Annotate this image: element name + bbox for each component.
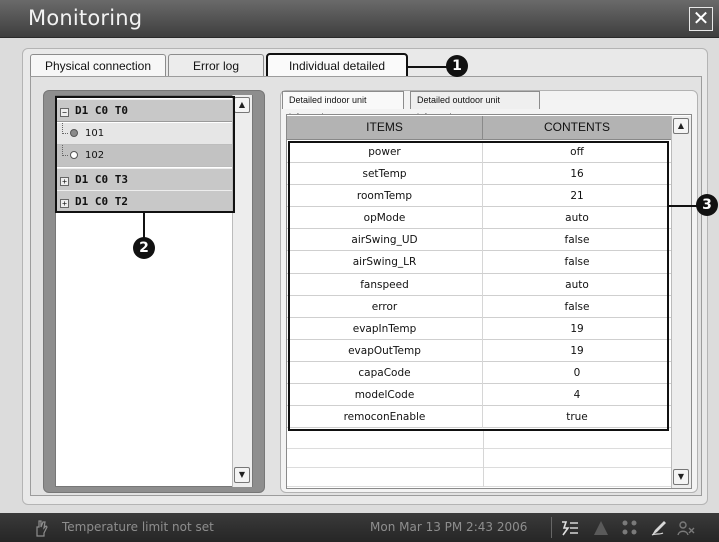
tab-physical-connection-status[interactable]: Physical connection status [30, 54, 166, 95]
monitoring-window: Monitoring ✕ Physical connection status … [0, 0, 719, 542]
callout-2-line [143, 212, 145, 238]
status-bar: Temperature limit not set Mon Mar 13 PM … [0, 513, 719, 542]
column-header-contents[interactable]: CONTENTS [483, 116, 671, 140]
tab-detailed-outdoor-unit-information[interactable]: Detailed outdoor unit information [410, 91, 540, 122]
scroll-down-button[interactable]: ▼ [673, 469, 689, 485]
grid-icon[interactable] [620, 518, 640, 538]
scroll-up-button[interactable]: ▲ [234, 97, 250, 113]
scroll-down-button[interactable]: ▼ [234, 467, 250, 483]
status-divider [551, 517, 552, 538]
callout-2-highlight [55, 96, 235, 213]
pen-icon[interactable] [649, 518, 669, 538]
table-scrollbar[interactable]: ▲ ▼ [671, 116, 691, 488]
callout-3-line [668, 205, 698, 207]
tab-individual-detailed-information[interactable]: Individual detailed information [266, 53, 408, 95]
scroll-up-button[interactable]: ▲ [673, 118, 689, 134]
tree-scrollbar[interactable]: ▲ ▼ [232, 95, 252, 487]
empty-row [287, 430, 671, 449]
callout-1-line [407, 66, 447, 68]
empty-row [287, 468, 671, 487]
status-datetime: Mon Mar 13 PM 2:43 2006 [370, 520, 528, 534]
network-icon[interactable] [560, 518, 580, 538]
alarm-icon[interactable] [591, 518, 611, 538]
callout-2: 2 [133, 237, 155, 259]
tab-detailed-indoor-unit-information[interactable]: Detailed indoor unit information [282, 91, 404, 122]
callout-1: 1 [446, 55, 468, 77]
close-button[interactable]: ✕ [689, 7, 713, 31]
column-header-items[interactable]: ITEMS [287, 116, 483, 140]
window-title: Monitoring [28, 6, 143, 30]
tab-error-log[interactable]: Error log [168, 54, 264, 77]
table-header: ITEMS CONTENTS [287, 116, 671, 140]
callout-3-highlight [288, 141, 669, 431]
user-icon[interactable] [676, 518, 696, 538]
empty-row [287, 449, 671, 468]
table-empty-rows [287, 430, 671, 488]
title-bar: Monitoring ✕ [0, 0, 719, 38]
callout-3: 3 [696, 194, 718, 216]
hand-icon [36, 520, 48, 537]
status-message: Temperature limit not set [62, 520, 214, 534]
